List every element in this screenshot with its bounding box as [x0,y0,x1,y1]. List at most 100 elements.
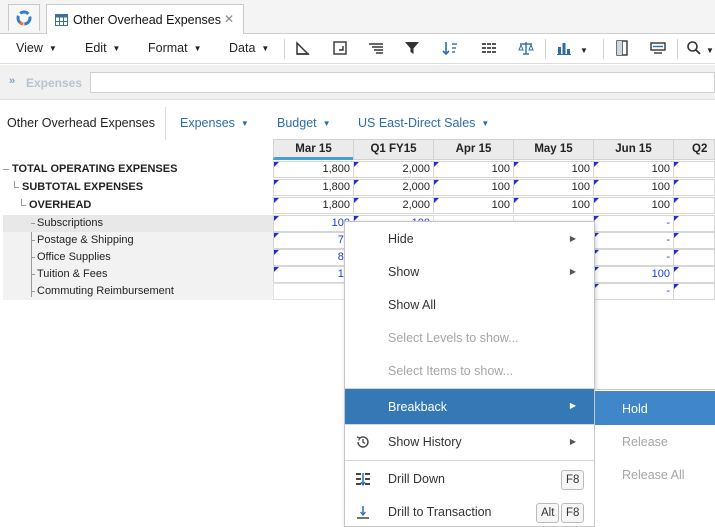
menu-item-hide[interactable]: Hide ▶ [345,222,594,256]
data-cell[interactable]: 2,000 [353,161,434,178]
row-header[interactable]: TOTAL OPERATING EXPENSES [3,161,273,178]
column-header[interactable]: Q2 F [673,139,715,174]
data-cell[interactable]: 100 [433,179,514,196]
menu-item-show-history[interactable]: Show History ▶ [345,425,594,459]
cell-comment-icon[interactable] [332,40,348,56]
double-chevron-down-icon[interactable]: » [9,75,15,87]
column-header[interactable]: Jun 15 [593,139,674,160]
menu-separator [345,460,594,461]
data-cell[interactable]: 100 [513,179,594,196]
column-header[interactable]: May 15 [513,139,594,160]
data-cell[interactable]: 10 [273,266,354,283]
tab-title: Other Overhead Expenses [73,12,221,27]
data-cell[interactable] [273,283,354,300]
row-header[interactable]: SUBTOTAL EXPENSES [3,179,273,196]
data-cell[interactable] [673,215,715,232]
menu-item-drill-down[interactable]: Drill Down F8 [345,462,594,496]
data-cell[interactable]: 2,000 [353,179,434,196]
data-cell[interactable] [673,249,715,266]
data-cell[interactable]: 100 [433,197,514,214]
menu-item-drill-to-transaction[interactable]: Drill to Transaction Alt F8 [345,495,594,527]
data-cell[interactable]: 100 [593,266,674,283]
data-cell[interactable] [673,283,715,300]
data-cell[interactable] [673,266,715,283]
search-icon[interactable] [686,40,702,56]
grid-spread-icon[interactable] [481,40,497,56]
menu-view-label: View [16,41,43,55]
chevron-right-icon: ▶ [569,437,576,446]
submenu-item-release: Release [595,424,715,458]
menu-item-label: Select Levels to show... [388,331,519,345]
data-cell[interactable]: 1,800 [273,179,354,196]
row-header[interactable]: Subscriptions [3,215,273,232]
dim-selector-entity[interactable]: US East-Direct Sales ▼ [358,116,489,130]
data-cell[interactable]: 100 [593,197,674,214]
menu-item-select-items: Select Items to show... [345,354,594,388]
home-tab[interactable] [8,4,40,31]
data-cell[interactable]: 2,000 [353,197,434,214]
balance-scale-icon[interactable] [518,40,534,56]
data-cell[interactable]: - [593,215,674,232]
row-header[interactable]: Postage & Shipping [3,232,273,249]
row-header[interactable]: Commuting Reimbursement [3,283,273,300]
history-icon [356,436,369,448]
align-lines-icon[interactable] [368,40,384,56]
data-cell[interactable]: 100 [513,197,594,214]
menu-item-label: Hide [388,232,414,246]
menu-view[interactable]: View ▼ [16,41,57,55]
menu-format[interactable]: Format ▼ [148,41,202,55]
data-cell[interactable]: 1,800 [273,161,354,178]
data-cell[interactable]: 100 [593,161,674,178]
data-cell[interactable] [673,161,715,178]
chevron-down-icon: ▼ [193,44,202,53]
dim-label: Expenses [180,116,235,130]
menu-item-select-levels: Select Levels to show... [345,321,594,355]
data-cell[interactable]: - [593,283,674,300]
pov-label: Expenses [26,76,83,90]
menu-item-show-all[interactable]: Show All [345,288,594,322]
row-header[interactable]: OVERHEAD [3,197,273,214]
column-header[interactable]: Q1 FY15 [353,139,434,160]
dim-label: Budget [277,116,317,130]
chevron-down-icon: ▼ [261,44,270,53]
data-cell[interactable]: - [593,232,674,249]
data-cell[interactable]: 100 [593,179,674,196]
column-header[interactable]: Apr 15 [433,139,514,160]
dim-selector-account[interactable]: Expenses ▼ [180,116,249,130]
chevron-right-icon: ▶ [569,234,576,243]
data-cell[interactable] [673,197,715,214]
submenu-item-hold[interactable]: Hold [595,391,715,425]
data-cell[interactable]: 100 [433,161,514,178]
toolbar: View ▼ Edit ▼ Format ▼ Data ▼ ▼ ▼ [0,34,715,64]
sort-icon[interactable] [442,40,458,56]
close-tab-icon[interactable]: ✕ [224,12,234,26]
row-header[interactable]: Office Supplies [3,249,273,266]
menu-data[interactable]: Data ▼ [229,41,269,55]
menu-item-show[interactable]: Show ▶ [345,255,594,289]
pov-input[interactable] [90,72,715,93]
data-cell[interactable]: 85 [273,249,354,266]
grid-form-icon [55,13,68,26]
row-header[interactable]: Tuition & Fees [3,266,273,283]
chart-dropdown-caret[interactable]: ▼ [580,43,588,57]
filter-icon[interactable] [404,40,420,56]
instructions-icon[interactable] [650,40,666,56]
tree-connector [31,274,35,275]
search-dropdown-caret[interactable]: ▼ [706,43,714,57]
bar-chart-icon[interactable] [556,40,572,56]
data-cell[interactable]: 75 [273,232,354,249]
adjust-icon[interactable] [295,40,311,56]
dim-selector-scenario[interactable]: Budget ▼ [277,116,331,130]
menu-item-label: Show History [388,435,462,449]
data-cell[interactable] [673,179,715,196]
data-cell[interactable]: 100 [273,215,354,232]
data-cell[interactable]: - [593,249,674,266]
tab-other-overhead-expenses[interactable]: Other Overhead Expenses ✕ [46,4,244,34]
freeze-columns-icon[interactable] [614,40,630,56]
data-cell[interactable]: 1,800 [273,197,354,214]
data-cell[interactable]: 100 [513,161,594,178]
menu-item-breakback[interactable]: Breakback ▶ [345,389,594,424]
data-cell[interactable] [673,232,715,249]
column-header[interactable]: Mar 15 [273,139,354,160]
menu-edit[interactable]: Edit ▼ [85,41,120,55]
